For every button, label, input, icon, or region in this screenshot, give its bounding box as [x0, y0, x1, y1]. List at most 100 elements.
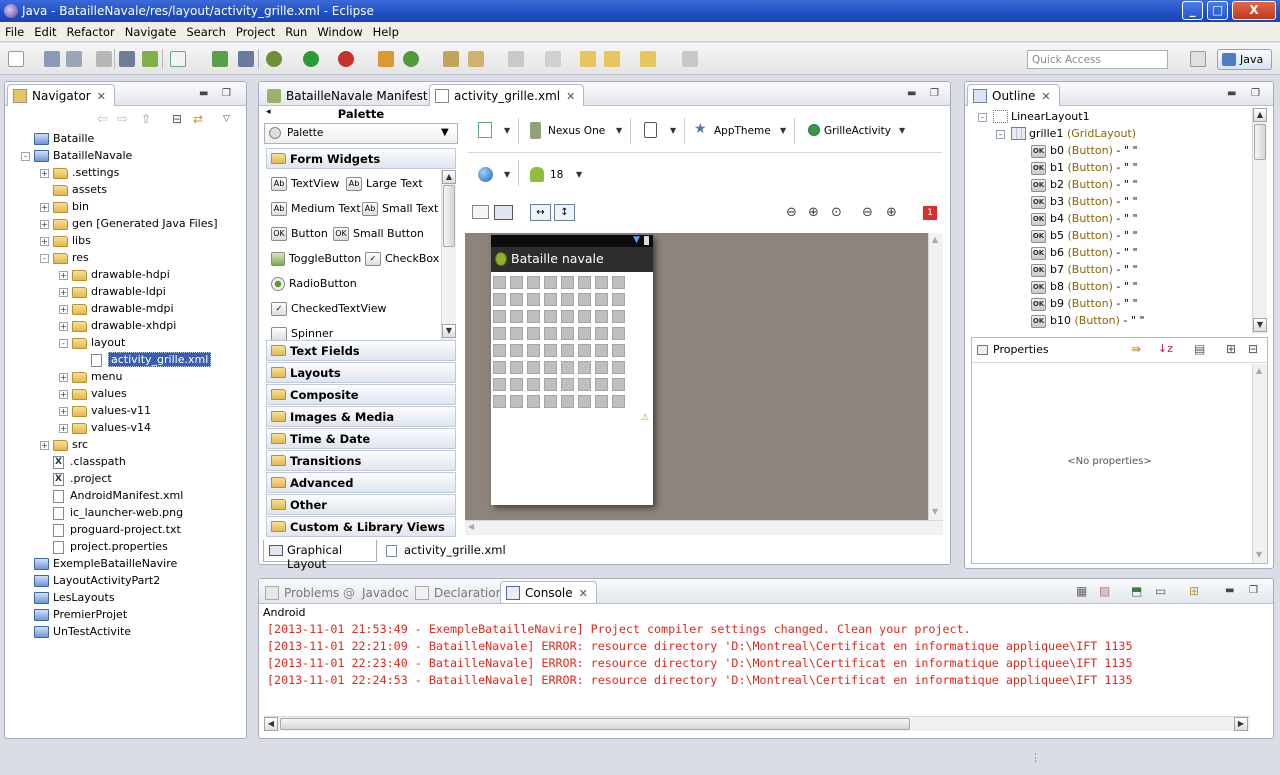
palette-category[interactable]: Time & Date — [266, 428, 456, 449]
palette-dropdown[interactable]: Palette ▼ — [264, 123, 458, 144]
grid-button[interactable] — [493, 361, 506, 374]
grid-button[interactable] — [544, 344, 557, 357]
canvas-scrollbar-h[interactable]: ◀ — [465, 520, 943, 535]
grid-button[interactable] — [561, 361, 574, 374]
grid-button[interactable] — [612, 327, 625, 340]
grid-button[interactable] — [595, 344, 608, 357]
grid-button[interactable] — [561, 395, 574, 408]
close-icon[interactable]: ✕ — [579, 587, 588, 600]
palette-widget[interactable]: ToggleButton — [271, 251, 361, 267]
outline-button-item[interactable]: OK b3 (Button) - " " — [1031, 193, 1138, 210]
sort-az-icon[interactable]: ↓z — [1158, 342, 1173, 355]
layout-canvas[interactable]: ▼ Bataille navale ⚠ — [465, 233, 928, 520]
chevron-down-icon[interactable]: ▼ — [504, 170, 510, 179]
grid-button[interactable] — [527, 395, 540, 408]
tab-declaration[interactable]: Declaration — [409, 581, 512, 603]
grid-button[interactable] — [527, 327, 540, 340]
close-icon[interactable]: ✕ — [97, 90, 106, 103]
navigator-item[interactable]: assets — [40, 181, 107, 198]
grid-button[interactable] — [527, 378, 540, 391]
palette-widget[interactable]: Ab Medium Text — [271, 201, 361, 217]
forward-icon[interactable]: ⇨ — [117, 112, 128, 127]
debug-icon[interactable] — [266, 51, 282, 67]
tab-console[interactable]: Console ✕ — [500, 581, 597, 603]
window-title-bar[interactable]: Java - BatailleNavale/res/layout/activit… — [0, 0, 1280, 22]
lint-icon[interactable] — [170, 51, 186, 67]
palette-category[interactable]: Transitions — [266, 450, 456, 471]
save-all-icon[interactable] — [66, 51, 82, 67]
navigator-item[interactable]: + .settings — [40, 164, 119, 181]
expand-icon[interactable]: + — [40, 236, 49, 246]
navigator-item[interactable]: Bataille — [21, 130, 94, 147]
navigator-item[interactable]: - res — [40, 249, 89, 266]
collapse-icon[interactable]: - — [996, 129, 1005, 139]
grid-button[interactable] — [510, 344, 523, 357]
grid-button[interactable] — [612, 378, 625, 391]
navigator-item[interactable]: - layout — [59, 334, 125, 351]
outline-button-item[interactable]: OK b5 (Button) - " " — [1031, 227, 1138, 244]
grid-button[interactable] — [612, 344, 625, 357]
palette-category[interactable]: Layouts — [266, 362, 456, 383]
quick-access-input[interactable]: Quick Access — [1027, 50, 1168, 69]
minimize-icon[interactable]: ▬ — [907, 88, 916, 99]
view-menu-icon[interactable]: ▽ — [223, 114, 230, 124]
chevron-down-icon[interactable]: ▼ — [576, 170, 582, 179]
grid-button[interactable] — [544, 276, 557, 289]
grid-button[interactable] — [578, 293, 591, 306]
tab-manifest[interactable]: BatailleNavale Manifest — [261, 84, 437, 106]
navigator-item[interactable]: project.properties — [40, 538, 168, 555]
expand-all-icon[interactable]: ⊞ — [1226, 342, 1236, 356]
palette-widget[interactable]: OK Button — [271, 226, 328, 242]
scroll-thumb[interactable] — [280, 718, 910, 730]
palette-widget[interactable]: Ab TextView — [271, 176, 339, 192]
maximize-icon[interactable]: ❐ — [1249, 585, 1258, 596]
outline-root[interactable]: - LinearLayout1 — [978, 108, 1090, 125]
expand-icon[interactable]: + — [59, 304, 68, 314]
menu-refactor[interactable]: Refactor — [62, 22, 120, 42]
navigator-item[interactable]: ExempleBatailleNavire — [21, 555, 177, 572]
run-icon[interactable] — [303, 51, 319, 67]
scroll-down-icon[interactable]: ▼ — [442, 324, 456, 338]
menu-window[interactable]: Window — [312, 22, 367, 42]
grid-button[interactable] — [493, 378, 506, 391]
new-package-icon[interactable] — [378, 51, 394, 67]
palette-widget[interactable]: OK Small Button — [333, 226, 424, 242]
grid-button[interactable] — [493, 276, 506, 289]
java-perspective-button[interactable]: Java — [1217, 49, 1272, 70]
console-scrollbar-h[interactable]: ◀ ▶ — [264, 716, 1250, 731]
palette-category[interactable]: Advanced — [266, 472, 456, 493]
pin-console-icon[interactable]: ⬒ — [1131, 584, 1142, 598]
grid-button[interactable] — [527, 276, 540, 289]
grid-button[interactable] — [493, 395, 506, 408]
grid-button[interactable] — [544, 361, 557, 374]
grid-button[interactable] — [510, 327, 523, 340]
grid-button[interactable] — [510, 361, 523, 374]
minimize-icon[interactable]: ▬ — [1225, 585, 1234, 596]
back-icon[interactable] — [604, 51, 620, 67]
grid-button[interactable] — [561, 310, 574, 323]
minimize-button[interactable]: _ — [1182, 1, 1203, 20]
grid-button[interactable] — [544, 395, 557, 408]
tab-activity-grille[interactable]: activity_grille.xml ✕ — [429, 84, 585, 106]
grid-button[interactable] — [578, 327, 591, 340]
new-icon[interactable] — [8, 51, 24, 67]
chevron-down-icon[interactable]: ▼ — [670, 126, 676, 135]
outline-button-item[interactable]: OK b7 (Button) - " " — [1031, 261, 1138, 278]
collapse-icon[interactable]: - — [978, 112, 987, 122]
navigator-item[interactable]: - BatailleNavale — [21, 147, 132, 164]
collapse-all-icon[interactable]: ⊟ — [1248, 342, 1258, 356]
palette-widget[interactable]: Ab Small Text — [362, 201, 438, 217]
new-class-icon[interactable] — [403, 51, 419, 67]
navigator-item[interactable]: + drawable-hdpi — [59, 266, 170, 283]
grid-button[interactable] — [510, 395, 523, 408]
zoom-100-icon[interactable]: ⊙ — [831, 205, 842, 220]
display-console-icon[interactable]: ▭ — [1155, 584, 1166, 598]
api-level-selector[interactable]: 18 — [550, 169, 563, 181]
outline-button-item[interactable]: OK b0 (Button) - " " — [1031, 142, 1138, 159]
scroll-thumb[interactable] — [443, 185, 455, 247]
expand-icon[interactable]: + — [59, 372, 68, 382]
grid-button[interactable] — [578, 395, 591, 408]
navigator-item[interactable]: proguard-project.txt — [40, 521, 181, 538]
navigator-item[interactable]: X .project — [40, 470, 112, 487]
scroll-right-icon[interactable]: ▶ — [1234, 717, 1248, 731]
